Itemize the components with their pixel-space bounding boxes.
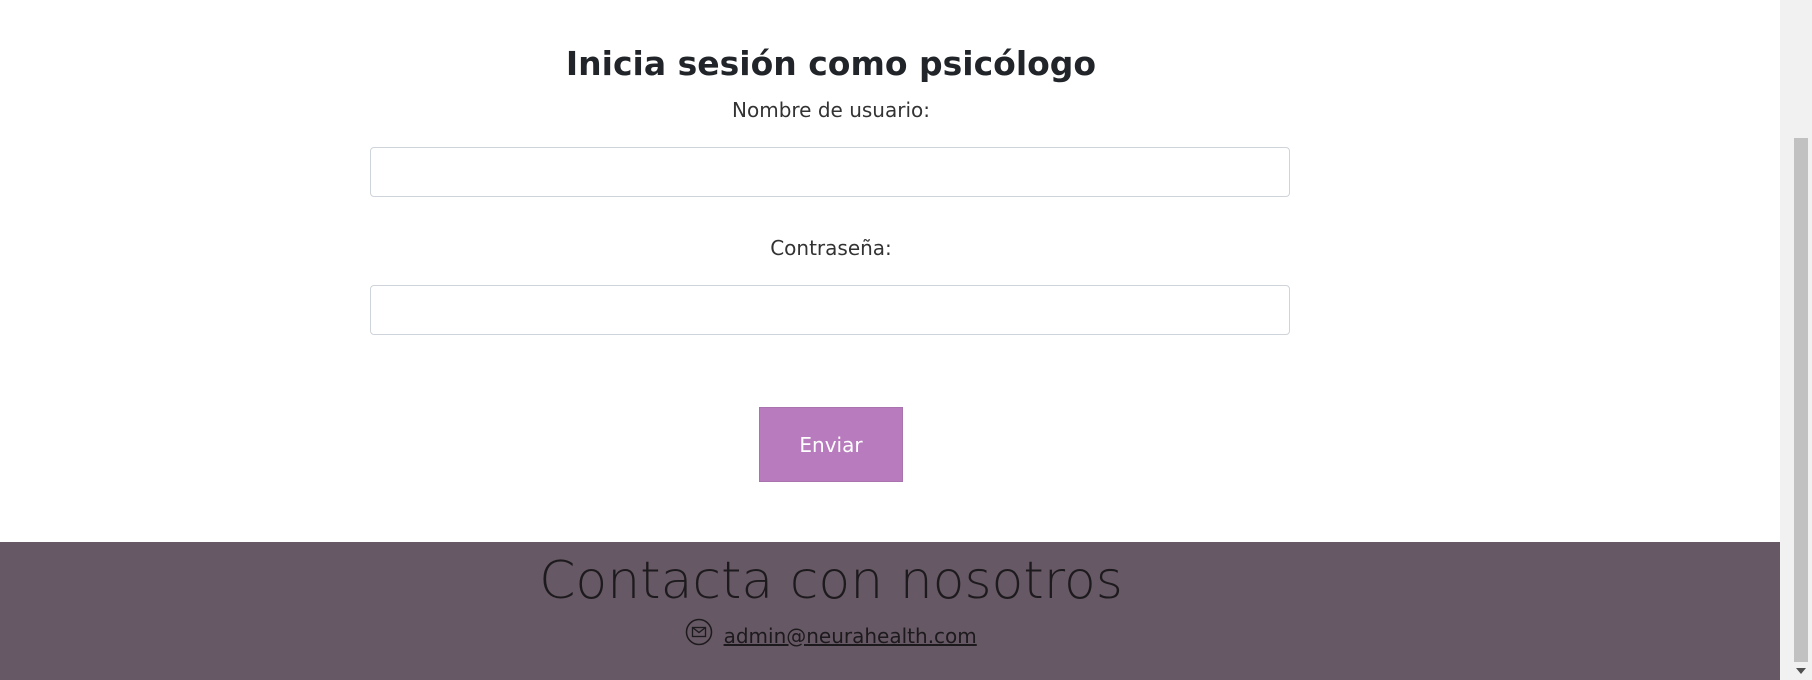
username-field[interactable] — [370, 147, 1290, 197]
mail-icon — [685, 618, 713, 654]
scroll-down-arrow-icon[interactable] — [1796, 668, 1806, 674]
footer-title: Contacta con nosotros — [539, 551, 1123, 611]
scrollbar[interactable] — [1780, 0, 1812, 680]
username-label: Nombre de usuario: — [732, 98, 930, 122]
footer: Contacta con nosotros admin@neurahealth.… — [0, 542, 1780, 680]
email-link[interactable]: admin@neurahealth.com — [724, 624, 977, 648]
password-label: Contraseña: — [770, 236, 892, 260]
login-section: Inicia sesión como psicólogo Nombre de u… — [0, 0, 1780, 542]
scrollbar-thumb[interactable] — [1794, 138, 1808, 662]
submit-button[interactable]: Enviar — [759, 407, 903, 482]
page-title: Inicia sesión como psicólogo — [565, 44, 1097, 83]
password-field[interactable] — [370, 285, 1290, 335]
contact-email: admin@neurahealth.com — [0, 618, 1662, 654]
page: Inicia sesión como psicólogo Nombre de u… — [0, 0, 1780, 680]
